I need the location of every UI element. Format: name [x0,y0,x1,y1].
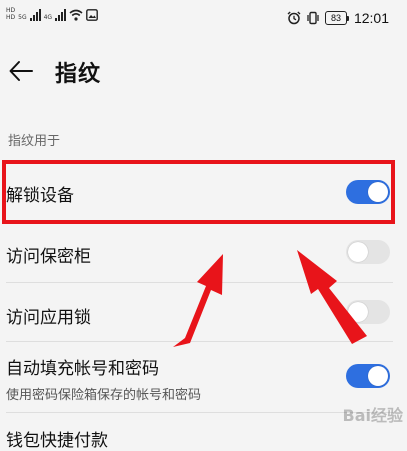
back-arrow-icon[interactable] [8,58,34,84]
setting-label: 访问应用锁 [6,308,91,328]
status-bar: HD HD 5G 4G 83 12:01 [0,0,407,40]
page-title: 指纹 [55,62,102,87]
setting-label: 解锁设备 [6,186,74,206]
setting-sublabel: 使用密码保险箱保存的帐号和密码 [6,388,202,403]
safe-toggle[interactable] [346,240,390,264]
vibrate-icon [307,11,319,25]
alarm-icon [287,11,301,25]
network-gen-1: 5G [18,14,27,21]
wifi-icon [69,9,83,21]
setting-row-autofill[interactable]: 自动填充帐号和密码 使用密码保险箱保存的帐号和密码 [0,342,407,412]
battery-icon: 83 [324,11,349,25]
unlock-device-toggle[interactable] [346,180,390,204]
app-lock-toggle[interactable] [346,300,390,324]
status-left: HD HD 5G 4G [6,8,98,21]
network-gen-2: 4G [43,14,53,21]
setting-row-unlock-device[interactable]: 解锁设备 [0,162,407,222]
setting-row-safe[interactable]: 访问保密柜 [0,222,407,282]
clock: 12:01 [353,10,389,26]
autofill-toggle[interactable] [346,364,390,388]
section-header: 指纹用于 [8,134,61,149]
battery-level: 83 [324,11,347,25]
image-notification-icon [86,9,98,21]
setting-row-app-lock[interactable]: 访问应用锁 [0,283,407,341]
signal-icon [29,9,41,21]
setting-label: 钱包快捷付款 [6,431,108,451]
setting-row-wallet[interactable]: 钱包快捷付款 [0,413,407,451]
signal-icon-2 [55,9,67,21]
network-label-2: HD [6,14,16,21]
app-header: 指纹 [0,48,407,96]
setting-label: 自动填充帐号和密码 [6,359,159,379]
status-right: 83 12:01 [287,10,389,26]
setting-label: 访问保密柜 [6,247,91,267]
